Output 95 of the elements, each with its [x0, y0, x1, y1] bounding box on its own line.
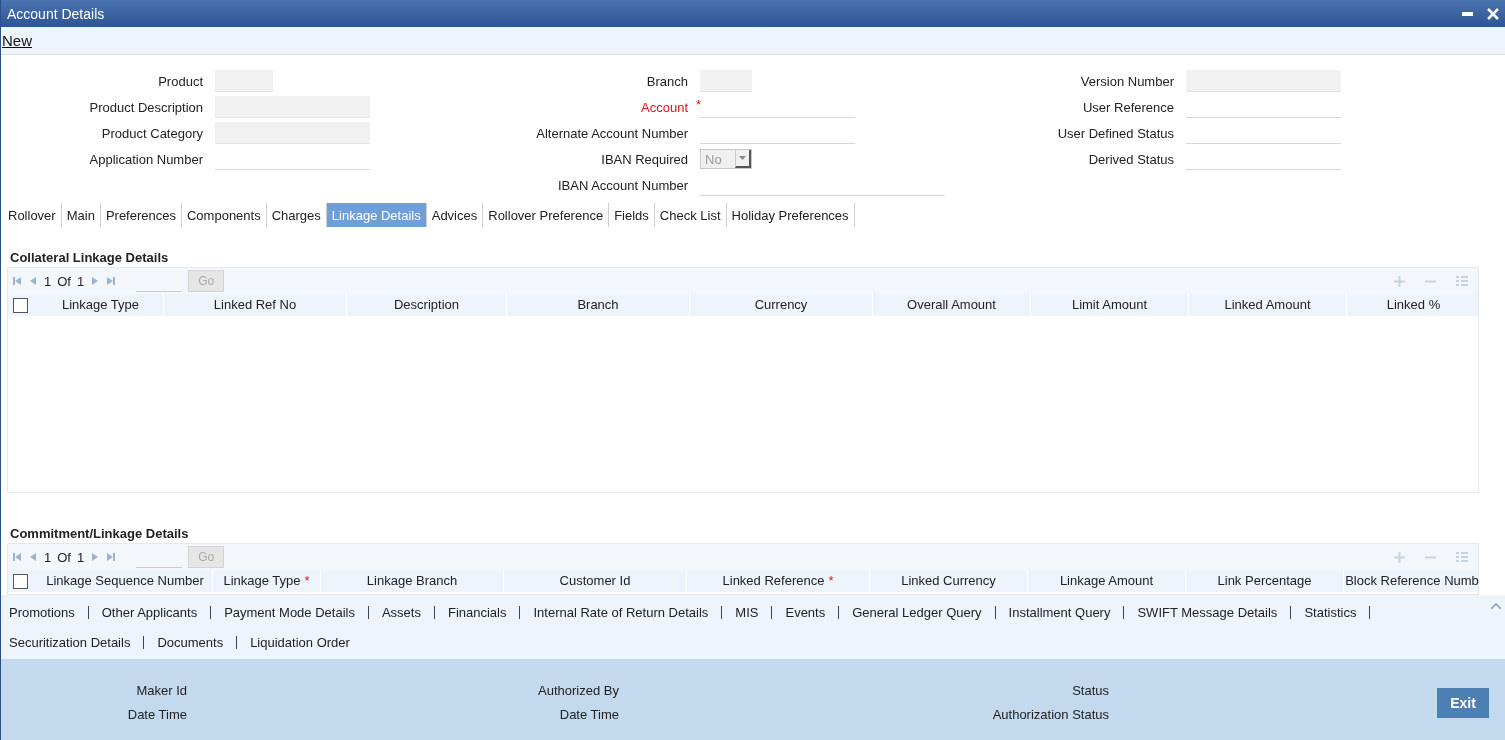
input-field[interactable] [215, 122, 370, 144]
tab[interactable]: Holiday Preferences [726, 203, 855, 227]
column-header: Linked Currency [870, 570, 1028, 592]
tab[interactable]: Fields [609, 203, 655, 227]
footer-link[interactable]: General Ledger Query [852, 604, 982, 620]
field-label: Product Description [88, 99, 204, 115]
collapse-caret-icon[interactable] [1491, 603, 1501, 609]
field-label: IBAN Required [600, 151, 689, 167]
tab[interactable]: Check List [654, 203, 727, 227]
column-header: Linkage Amount [1028, 570, 1186, 592]
first-page-icon[interactable] [12, 276, 22, 286]
tab[interactable]: Rollover Preference [483, 203, 610, 227]
input-field[interactable] [215, 70, 273, 92]
footer-link[interactable]: Internal Rate of Return Details [533, 604, 709, 620]
window-title: Account Details [7, 5, 105, 22]
audit-label: Status [1072, 683, 1109, 698]
previous-page-icon[interactable] [28, 276, 38, 286]
footer-link[interactable]: Promotions [9, 604, 75, 620]
footer-link[interactable]: Installment Query [1008, 604, 1111, 620]
tab[interactable]: Main [61, 203, 101, 227]
field-label: User Defined Status [1056, 125, 1175, 141]
exit-button[interactable]: Exit [1437, 687, 1489, 718]
add-row-icon[interactable] [1394, 275, 1405, 287]
footer-link[interactable]: Events [785, 604, 826, 620]
add-row-icon[interactable] [1394, 551, 1405, 563]
field-label: Branch [645, 73, 689, 89]
audit-label: Date Time [559, 707, 619, 722]
field-label: Application Number [88, 151, 204, 167]
footer-link[interactable]: Payment Mode Details [224, 604, 355, 620]
select-all-checkbox[interactable] [13, 573, 28, 589]
select-all-checkbox[interactable] [13, 297, 28, 313]
column-header: Description [347, 294, 507, 316]
footer-link[interactable]: Documents [157, 634, 224, 650]
list-icon[interactable] [1456, 551, 1468, 563]
column-header: Currency [690, 294, 873, 316]
footer-link[interactable]: SWIFT Message Details [1137, 604, 1278, 620]
column-header: Limit Amount [1031, 294, 1189, 316]
audit-label: Authorized By [538, 683, 619, 698]
page-of-label: Of [57, 273, 71, 289]
footer-link[interactable]: Statistics [1304, 604, 1357, 620]
footer-link[interactable]: Liquidation Order [250, 634, 350, 650]
footer-link[interactable]: Other Applicants [101, 604, 198, 620]
caret-icon [739, 156, 746, 160]
field-label: IBAN Account Number [556, 177, 689, 193]
column-header: Linked % [1347, 294, 1481, 316]
minimize-icon[interactable] [1462, 11, 1473, 16]
field-label: Account * [640, 99, 700, 115]
column-header: Linked Amount [1189, 294, 1347, 316]
footer-link[interactable]: MIS [735, 604, 759, 620]
field-label: Product [157, 73, 204, 89]
column-header: Linked Reference * [687, 570, 870, 592]
column-header: Linkage Type * [213, 570, 321, 592]
column-header: Linkage Type [38, 294, 164, 316]
column-header: Customer Id [504, 570, 687, 592]
column-header: Block Reference Numb [1344, 570, 1481, 592]
field-label: Product Category [100, 125, 204, 141]
input-field[interactable] [215, 96, 370, 118]
first-page-icon[interactable] [12, 552, 22, 562]
input-field[interactable] [700, 70, 752, 92]
column-header: Branch [507, 294, 690, 316]
page-total: 1 [76, 273, 85, 289]
field-label: Alternate Account Number [535, 125, 689, 141]
footer-link[interactable]: Assets [381, 604, 421, 620]
required-mark: * [695, 96, 701, 112]
footer-link[interactable]: Financials [447, 604, 507, 620]
audit-label: Date Time [127, 707, 187, 722]
section-title: Commitment/Linkage Details [9, 524, 190, 543]
input-field[interactable] [1186, 70, 1341, 92]
last-page-icon[interactable] [106, 276, 117, 286]
audit-label: Maker Id [136, 683, 187, 698]
field-label: Derived Status [1087, 151, 1175, 167]
last-page-icon[interactable] [106, 552, 117, 562]
column-header: Linkage Sequence Number [38, 570, 213, 592]
field-label: User Reference [1081, 99, 1175, 115]
tab[interactable]: Advices [426, 203, 484, 227]
previous-page-icon[interactable] [28, 552, 38, 562]
section-title: Collateral Linkage Details [9, 248, 170, 267]
page-number: 1 [44, 549, 52, 565]
tab[interactable]: Components [181, 203, 267, 227]
column-header: Link Percentage [1186, 570, 1344, 592]
tab[interactable]: Preferences [100, 203, 182, 227]
close-icon[interactable] [1487, 7, 1499, 20]
footer-link[interactable]: Securitization Details [9, 634, 131, 650]
column-header: Linked Ref No [164, 294, 347, 316]
page-of-label: Of [57, 549, 71, 565]
new-link[interactable]: New [2, 32, 32, 49]
field-label: Version Number [1079, 73, 1175, 89]
audit-label: Authorization Status [992, 707, 1109, 722]
column-header: Linkage Branch [321, 570, 504, 592]
tab[interactable]: Charges [266, 203, 327, 227]
page-total: 1 [76, 549, 85, 565]
page-number: 1 [44, 273, 52, 289]
tab[interactable]: Rollover [3, 203, 62, 227]
column-header: Overall Amount [873, 294, 1031, 316]
list-icon[interactable] [1456, 275, 1468, 287]
